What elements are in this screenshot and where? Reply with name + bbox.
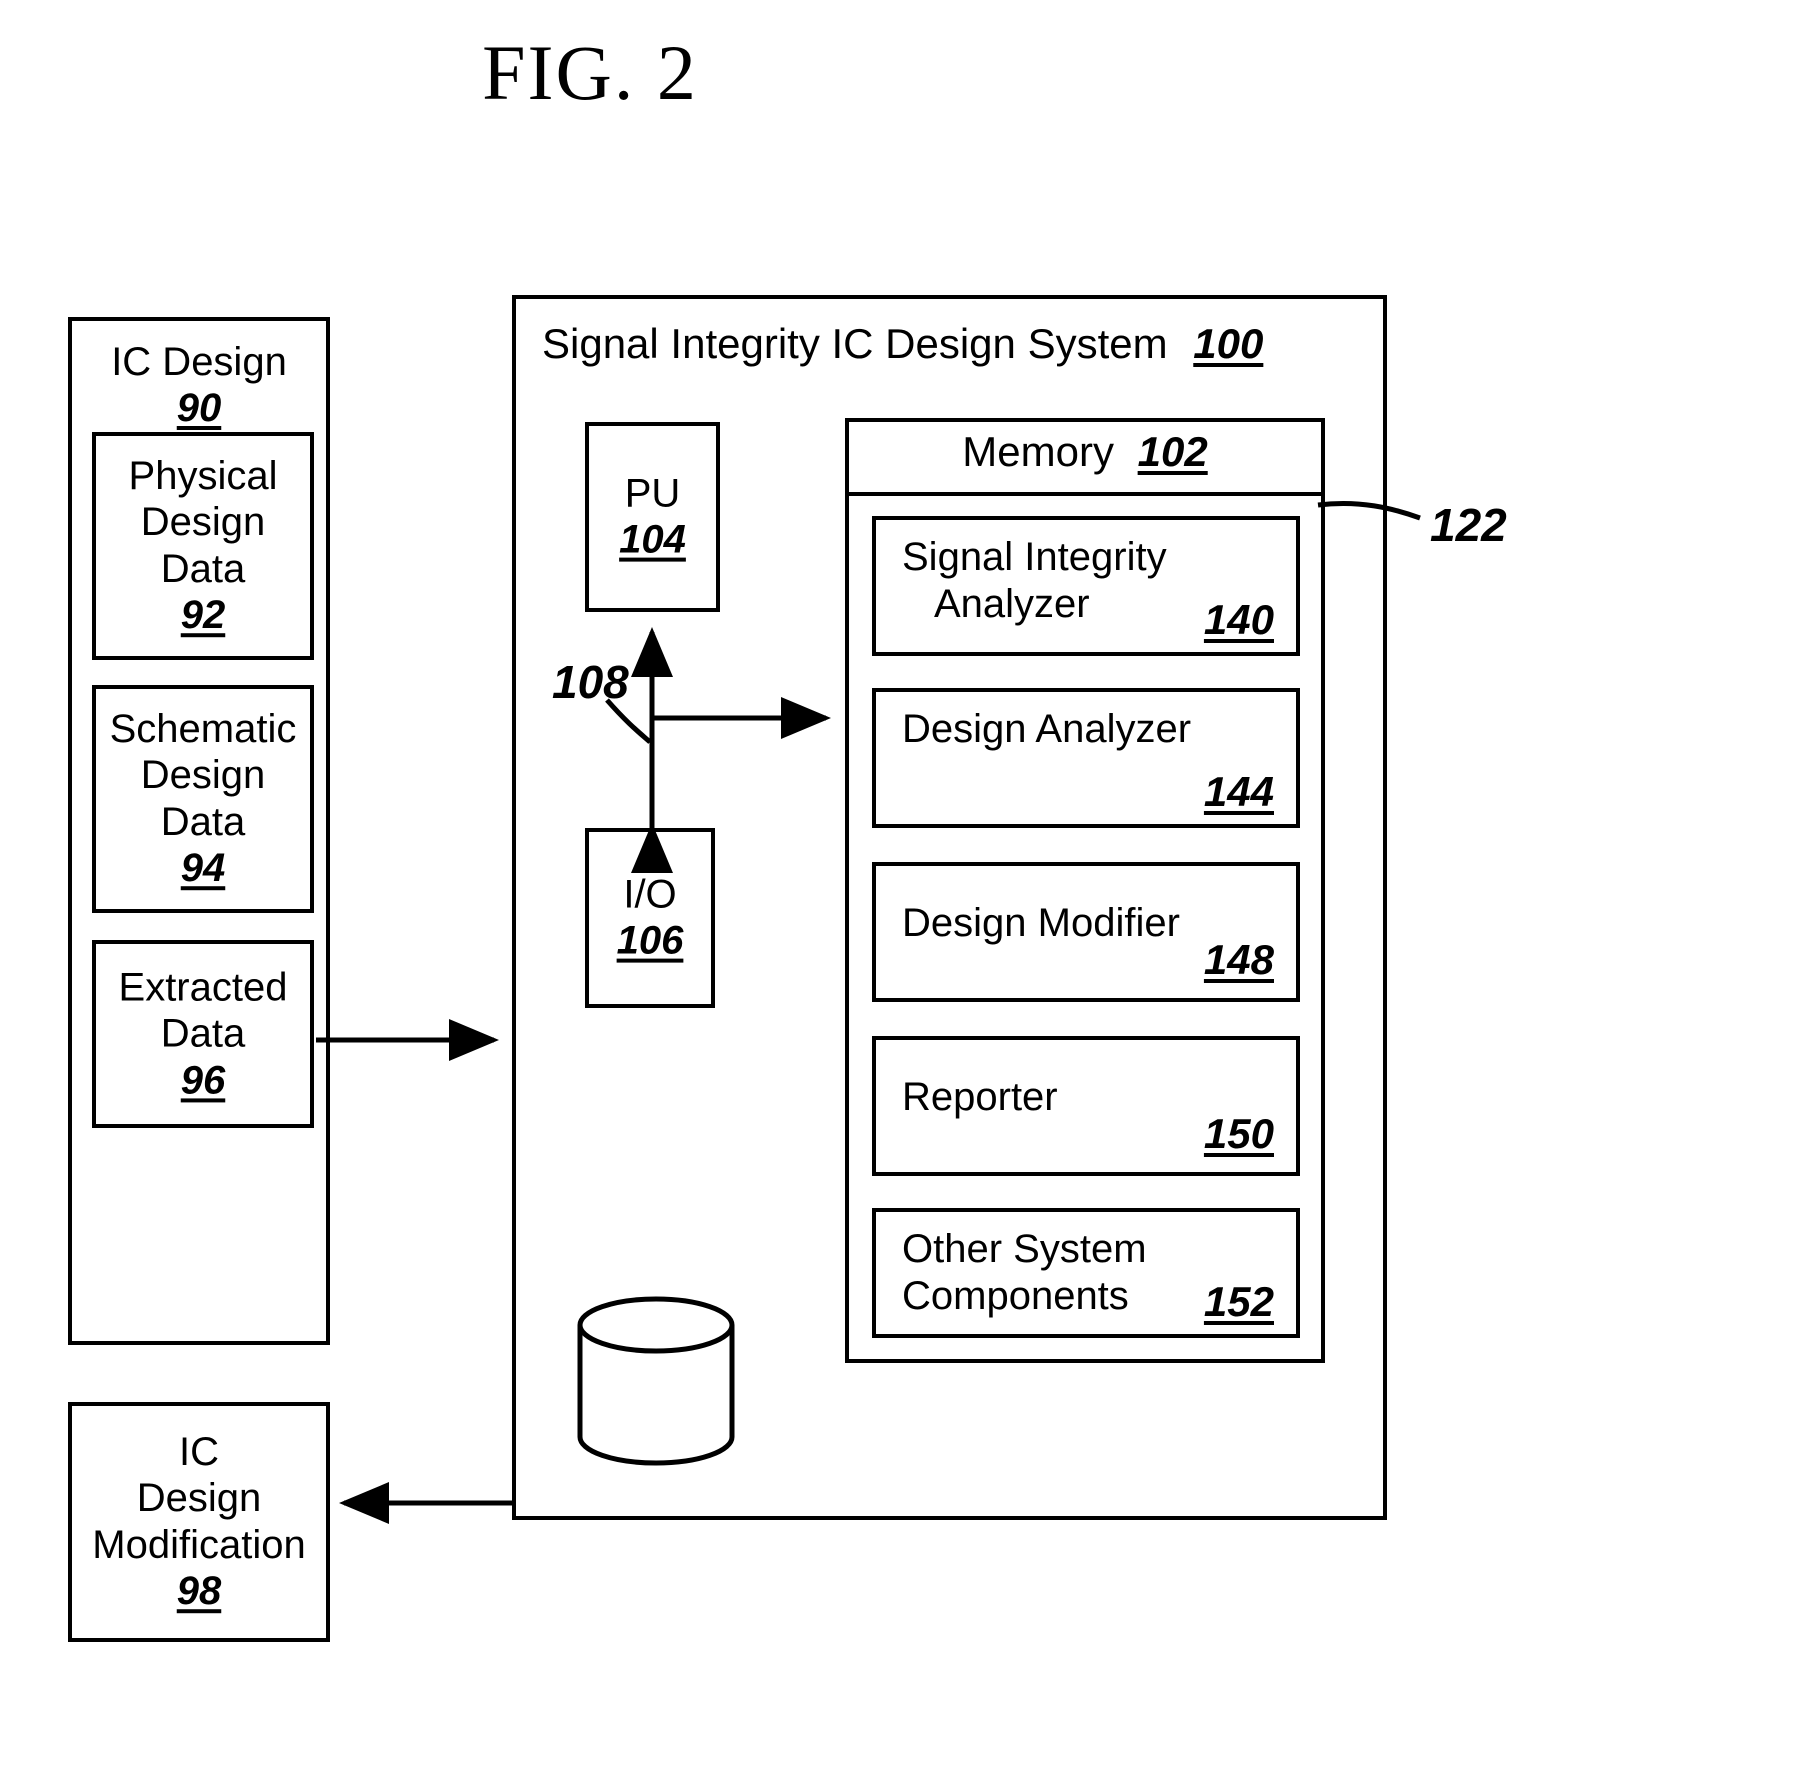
memory-divider: [849, 492, 1321, 496]
physical-design-data-ref: 92: [180, 593, 226, 638]
database-ref: 120: [620, 1385, 688, 1430]
ic-design-label: IC Design: [111, 340, 287, 384]
ic-design-header: IC Design 90: [72, 339, 326, 431]
physical-design-data-box: Physical Design Data 92: [92, 432, 314, 660]
osc-line2: Components: [902, 1274, 1129, 1319]
io-ref: 106: [616, 919, 684, 963]
memory-bracket-ref-122: 122: [1430, 499, 1507, 551]
reporter-box: Reporter 150: [872, 1036, 1300, 1176]
io-box: I/O 106: [585, 828, 715, 1008]
sia-line1: Signal Integrity: [902, 535, 1167, 579]
osc-line1: Other System: [902, 1227, 1147, 1271]
database-text: Db 120: [578, 1340, 730, 1431]
processing-unit-text: PU 104: [589, 471, 716, 564]
pu-ref: 104: [619, 518, 686, 562]
ic-design-modification-ref: 98: [176, 1569, 222, 1614]
schematic-design-data-box: Schematic Design Data 94: [92, 685, 314, 913]
signal-integrity-analyzer-box: Signal Integrity Analyzer 140: [872, 516, 1300, 656]
figure-title: FIG. 2: [482, 29, 698, 116]
design-analyzer-box: Design Analyzer 144: [872, 688, 1300, 828]
system-title-label: Signal Integrity IC Design System: [542, 320, 1168, 367]
other-system-components-ref: 152: [1203, 1278, 1274, 1325]
design-analyzer-label: Design Analyzer: [902, 707, 1192, 751]
signal-integrity-analyzer-ref: 140: [1203, 596, 1274, 643]
ic-design-modification-text: IC Design Modification 98: [92, 1430, 306, 1614]
memory-header: Memory 102: [845, 428, 1325, 476]
schematic-design-data-ref: 94: [180, 846, 226, 891]
system-ref: 100: [1193, 320, 1264, 367]
pu-label: PU: [624, 471, 681, 516]
design-analyzer-ref: 144: [1203, 768, 1274, 815]
physical-design-data-text: Physical Design Data 92: [128, 454, 278, 638]
io-text: I/O 106: [589, 872, 711, 965]
reporter-ref: 150: [1203, 1110, 1274, 1157]
other-system-components-box: Other System Components 152: [872, 1208, 1300, 1338]
extracted-data-text: Extracted Data 96: [118, 965, 288, 1103]
schematic-design-data-text: Schematic Design Data 94: [109, 707, 297, 891]
memory-label: Memory: [962, 428, 1114, 475]
processing-unit-box: PU 104: [585, 422, 720, 612]
ic-design-ref: 90: [176, 386, 222, 430]
extracted-data-ref: 96: [180, 1058, 226, 1103]
database-label: Db: [628, 1340, 680, 1384]
design-modifier-ref: 148: [1203, 936, 1274, 983]
design-modifier-box: Design Modifier 148: [872, 862, 1300, 1002]
ic-design-modification-box: IC Design Modification 98: [68, 1402, 330, 1642]
system-title: Signal Integrity IC Design System 100: [542, 320, 1342, 368]
sia-line2: Analyzer: [934, 582, 1090, 627]
extracted-data-box: Extracted Data 96: [92, 940, 314, 1128]
bus-ref-108: 108: [552, 656, 629, 708]
memory-ref: 102: [1137, 428, 1208, 475]
io-label: I/O: [623, 872, 677, 917]
